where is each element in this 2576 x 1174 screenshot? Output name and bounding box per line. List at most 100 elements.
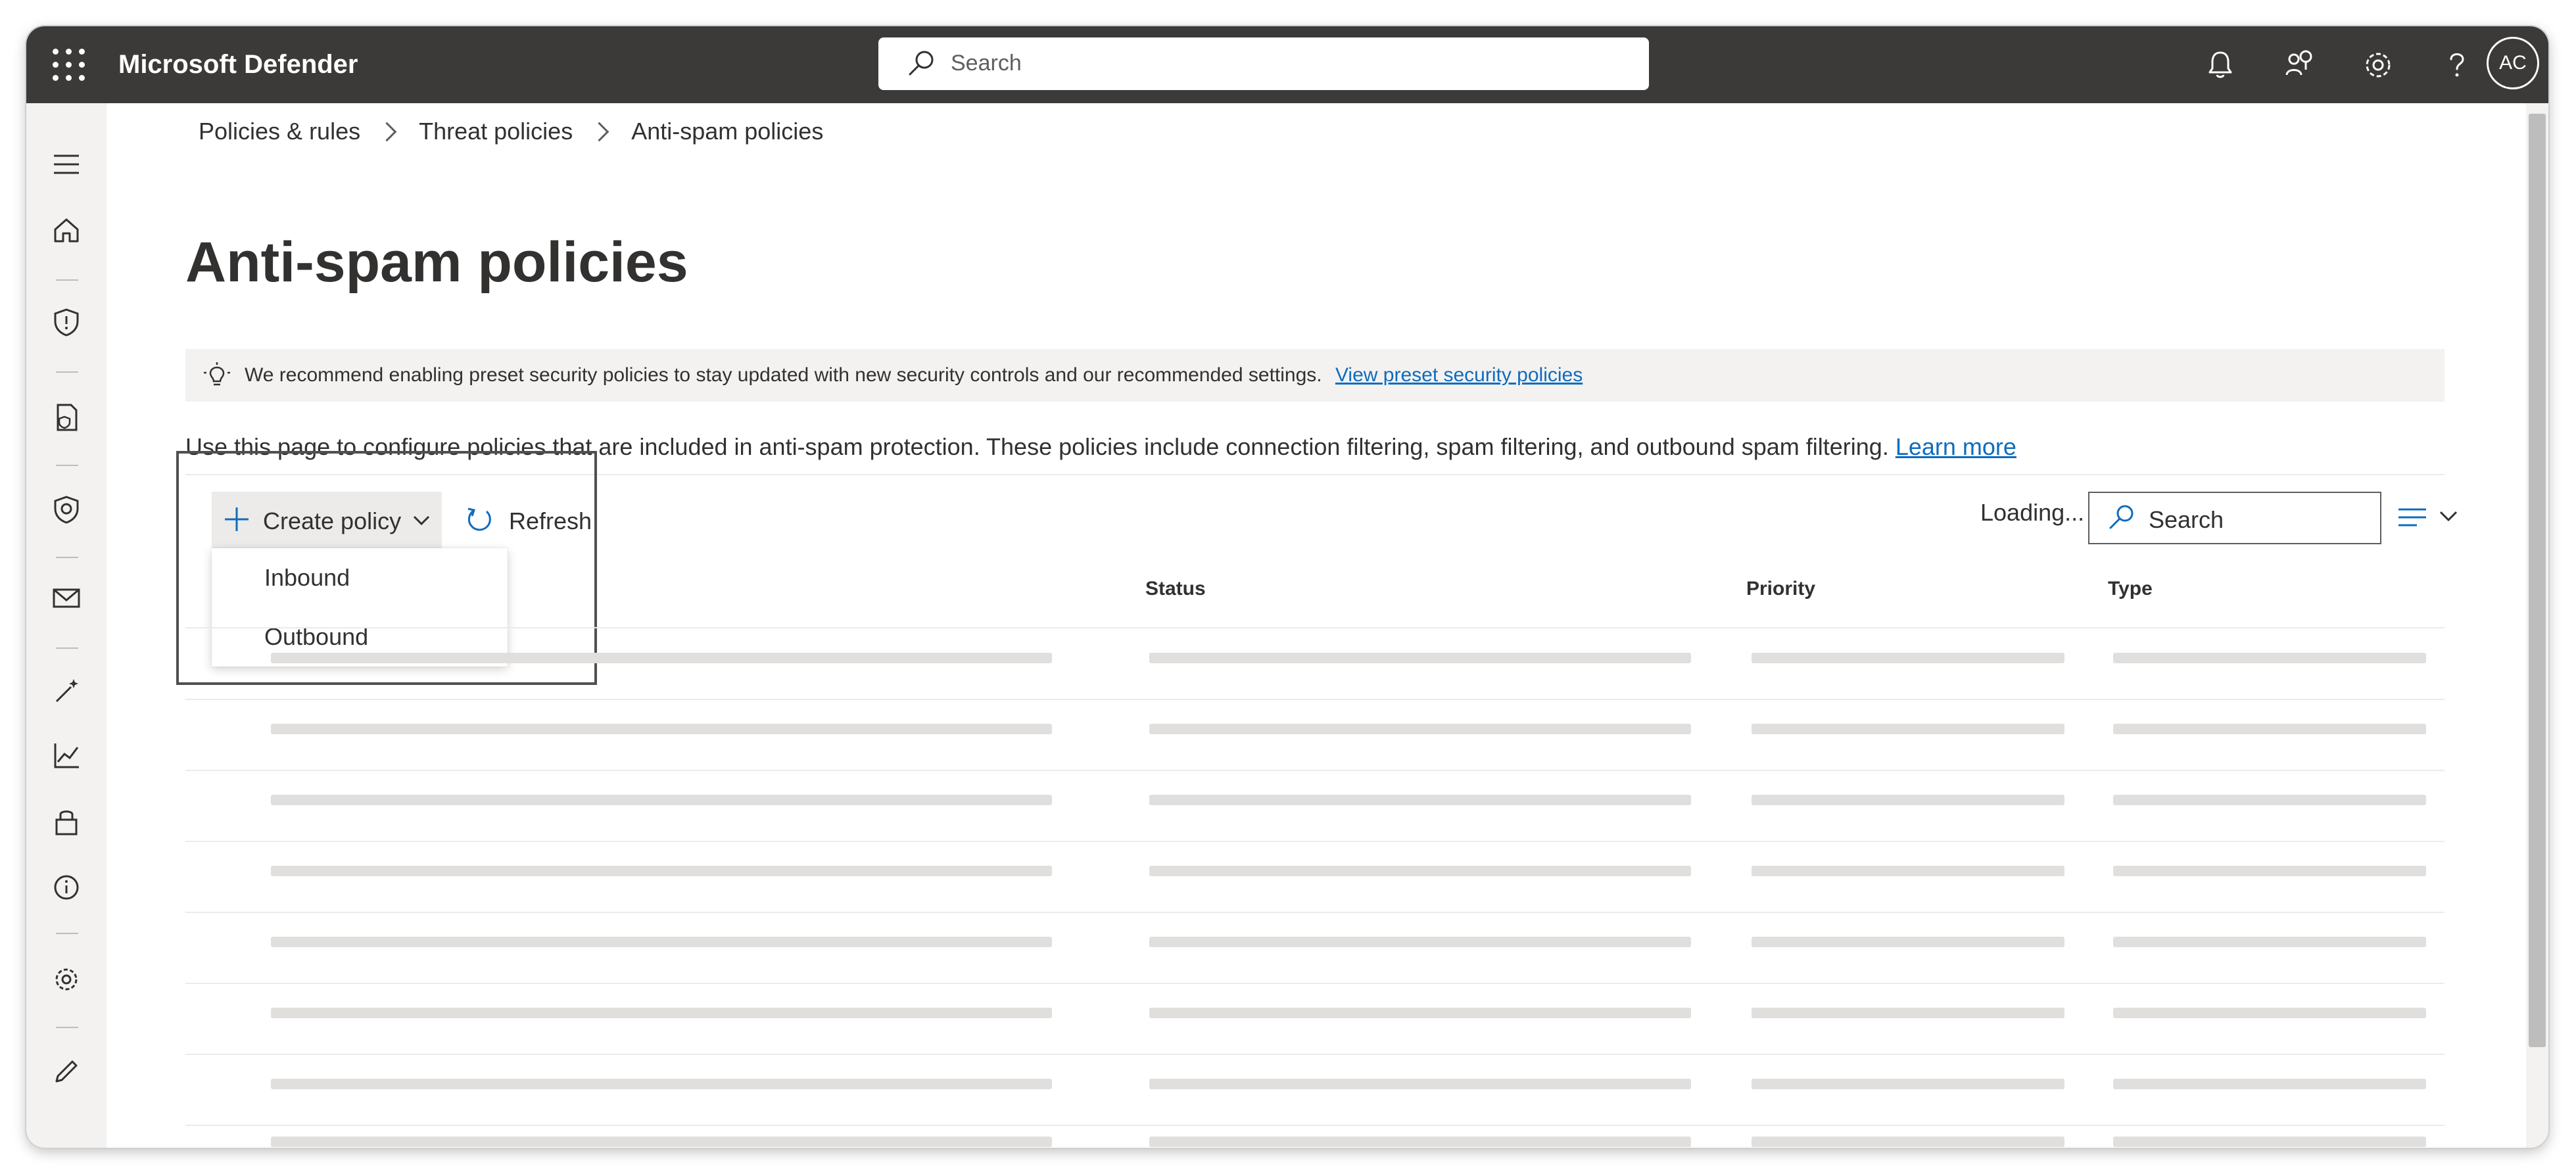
skeleton-bar	[2113, 1137, 2426, 1147]
skeleton-bar	[271, 937, 1052, 947]
add-icon	[225, 507, 249, 531]
policy-search-input[interactable]: Search	[2088, 492, 2381, 544]
skeleton-bar	[1752, 724, 2064, 734]
security-icon[interactable]	[51, 494, 82, 525]
skeleton-bar	[271, 795, 1052, 805]
lightbulb-icon	[204, 362, 230, 386]
skeleton-bar	[271, 1137, 1052, 1147]
skeleton-row	[185, 700, 2445, 771]
chevron-right-icon	[589, 122, 609, 141]
skeleton-bar	[271, 653, 1052, 663]
skeleton-bar	[1149, 937, 1691, 947]
search-icon	[909, 51, 934, 76]
magic-wand-icon[interactable]	[51, 675, 82, 705]
avatar[interactable]: AC	[2487, 37, 2539, 89]
left-navigation	[26, 103, 107, 1148]
nav-divider	[56, 371, 78, 373]
settings-icon[interactable]	[2360, 47, 2396, 83]
info-icon[interactable]	[51, 872, 82, 903]
learn-more-link[interactable]: Learn more	[1896, 433, 2016, 460]
skeleton-bar	[1149, 1008, 1691, 1018]
filter-options-icon[interactable]	[2395, 498, 2467, 537]
nav-divider	[56, 557, 78, 558]
skeleton-row	[185, 629, 2445, 700]
skeleton-bar	[1752, 653, 2064, 663]
skeleton-bar	[2113, 724, 2426, 734]
create-policy-label: Create policy	[263, 507, 402, 534]
help-icon[interactable]	[2439, 47, 2475, 83]
skeleton-bar	[271, 1079, 1052, 1089]
column-header-status[interactable]: Status	[1145, 578, 1206, 600]
global-search-input[interactable]: Search	[878, 37, 1649, 90]
create-policy-button[interactable]: Create policy	[212, 492, 442, 548]
app-window: Microsoft Defender Search AC Policies & …	[26, 26, 2548, 1148]
mail-icon[interactable]	[51, 583, 82, 613]
skeleton-bar	[271, 866, 1052, 876]
skeleton-row	[185, 913, 2445, 984]
skeleton-row	[185, 1126, 2445, 1148]
skeleton-bar	[1149, 724, 1691, 734]
refresh-label: Refresh	[509, 507, 592, 534]
column-header-type[interactable]: Type	[2108, 578, 2153, 600]
skeleton-bar	[1149, 1137, 1691, 1147]
loading-text: Loading...	[1980, 499, 2085, 526]
refresh-button[interactable]: Refresh	[454, 492, 598, 548]
nav-divider	[56, 279, 78, 281]
nav-divider	[56, 647, 78, 649]
menu-item-label: Inbound	[264, 564, 350, 591]
breadcrumb-item[interactable]: Threat policies	[419, 118, 573, 145]
nav-divider	[56, 933, 78, 934]
header-divider	[185, 627, 2445, 628]
vertical-scrollbar[interactable]	[2526, 103, 2548, 1148]
notifications-icon[interactable]	[2203, 47, 2238, 83]
skeleton-bar	[2113, 795, 2426, 805]
column-header-priority[interactable]: Priority	[1746, 578, 1815, 600]
app-launcher-icon[interactable]	[53, 49, 85, 82]
breadcrumb: Policies & rules Threat policies Anti-sp…	[199, 118, 823, 145]
breadcrumb-item[interactable]: Policies & rules	[199, 118, 360, 145]
skeleton-bar	[2113, 1079, 2426, 1089]
skeleton-bar	[1149, 866, 1691, 876]
main-content: Policies & rules Threat policies Anti-sp…	[107, 103, 2526, 1148]
page-description: Use this page to configure policies that…	[185, 433, 2016, 461]
skeleton-bar	[271, 724, 1052, 734]
nav-divider	[56, 465, 78, 466]
recommendation-text: We recommend enabling preset security po…	[245, 364, 1322, 386]
nav-divider	[56, 1027, 78, 1028]
skeleton-bar	[1752, 866, 2064, 876]
shield-icon[interactable]	[51, 307, 82, 337]
hamburger-icon[interactable]	[51, 149, 82, 179]
partner-icon[interactable]	[51, 807, 82, 837]
top-bar: Microsoft Defender Search AC	[26, 26, 2548, 103]
community-icon[interactable]	[2281, 47, 2317, 83]
search-icon	[2109, 505, 2134, 529]
skeleton-bar	[1149, 795, 1691, 805]
menu-item-inbound[interactable]: Inbound	[212, 548, 508, 606]
home-icon[interactable]	[51, 215, 82, 245]
skeleton-bar	[2113, 937, 2426, 947]
page-title: Anti-spam policies	[185, 231, 688, 294]
skeleton-bar	[271, 1008, 1052, 1018]
skeleton-bar	[1752, 1137, 2064, 1147]
skeleton-bar	[1752, 1008, 2064, 1018]
skeleton-bar	[1752, 795, 2064, 805]
skeleton-bar	[2113, 1008, 2426, 1018]
recommendation-banner: We recommend enabling preset security po…	[185, 349, 2445, 402]
chevron-down-icon	[413, 515, 430, 526]
settings-icon[interactable]	[51, 964, 82, 995]
skeleton-bar	[2113, 866, 2426, 876]
view-preset-policies-link[interactable]: View preset security policies	[1335, 364, 1583, 386]
scrollbar-thumb[interactable]	[2529, 114, 2546, 1047]
description-text: Use this page to configure policies that…	[185, 433, 1889, 460]
app-title[interactable]: Microsoft Defender	[118, 46, 358, 83]
skeleton-row	[185, 1055, 2445, 1126]
chart-icon[interactable]	[51, 741, 82, 771]
document-shield-icon[interactable]	[51, 402, 82, 433]
skeleton-row	[185, 842, 2445, 913]
skeleton-row	[185, 771, 2445, 842]
chevron-right-icon	[377, 122, 397, 141]
edit-icon[interactable]	[51, 1056, 82, 1087]
refresh-icon	[467, 507, 491, 531]
skeleton-bar	[1752, 937, 2064, 947]
search-placeholder: Search	[2149, 506, 2224, 533]
